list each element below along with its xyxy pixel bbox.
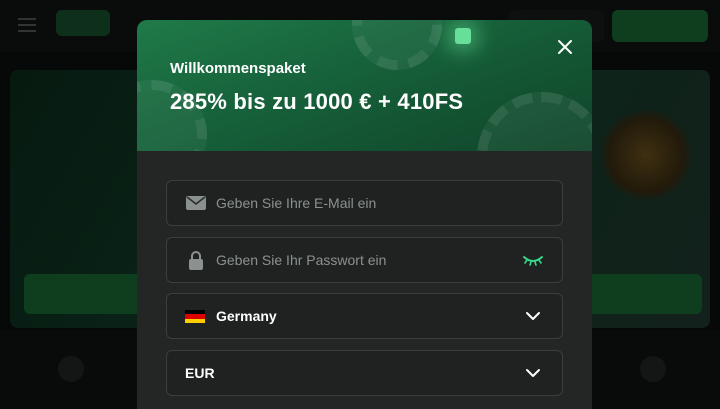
- eye-closed-icon[interactable]: [522, 251, 544, 269]
- promo-title: 285% bis zu 1000 € + 410FS: [170, 89, 464, 114]
- sparkle-graphic: [455, 28, 471, 44]
- casino-chip-graphic: [352, 20, 442, 70]
- lock-icon: [189, 251, 203, 270]
- email-placeholder: Geben Sie Ihre E-Mail ein: [216, 195, 377, 211]
- currency-select[interactable]: EUR: [166, 350, 563, 396]
- registration-modal: Willkommenspaket 285% bis zu 1000 € + 41…: [137, 20, 592, 409]
- promo-label: Willkommenspaket: [170, 60, 306, 77]
- email-field[interactable]: Geben Sie Ihre E-Mail ein: [166, 180, 563, 226]
- password-placeholder: Geben Sie Ihr Passwort ein: [216, 252, 387, 268]
- currency-value: EUR: [185, 365, 215, 381]
- chevron-down-icon: [526, 312, 540, 320]
- casino-chip-graphic: [477, 92, 592, 151]
- country-select[interactable]: Germany: [166, 293, 563, 339]
- envelope-icon: [186, 196, 206, 210]
- promo-banner: Willkommenspaket 285% bis zu 1000 € + 41…: [137, 20, 592, 151]
- germany-flag-icon: [185, 310, 205, 323]
- password-field[interactable]: Geben Sie Ihr Passwort ein: [166, 237, 563, 283]
- country-value: Germany: [216, 308, 277, 324]
- close-icon: [558, 40, 572, 54]
- chevron-down-icon: [526, 369, 540, 377]
- close-button[interactable]: [554, 36, 576, 58]
